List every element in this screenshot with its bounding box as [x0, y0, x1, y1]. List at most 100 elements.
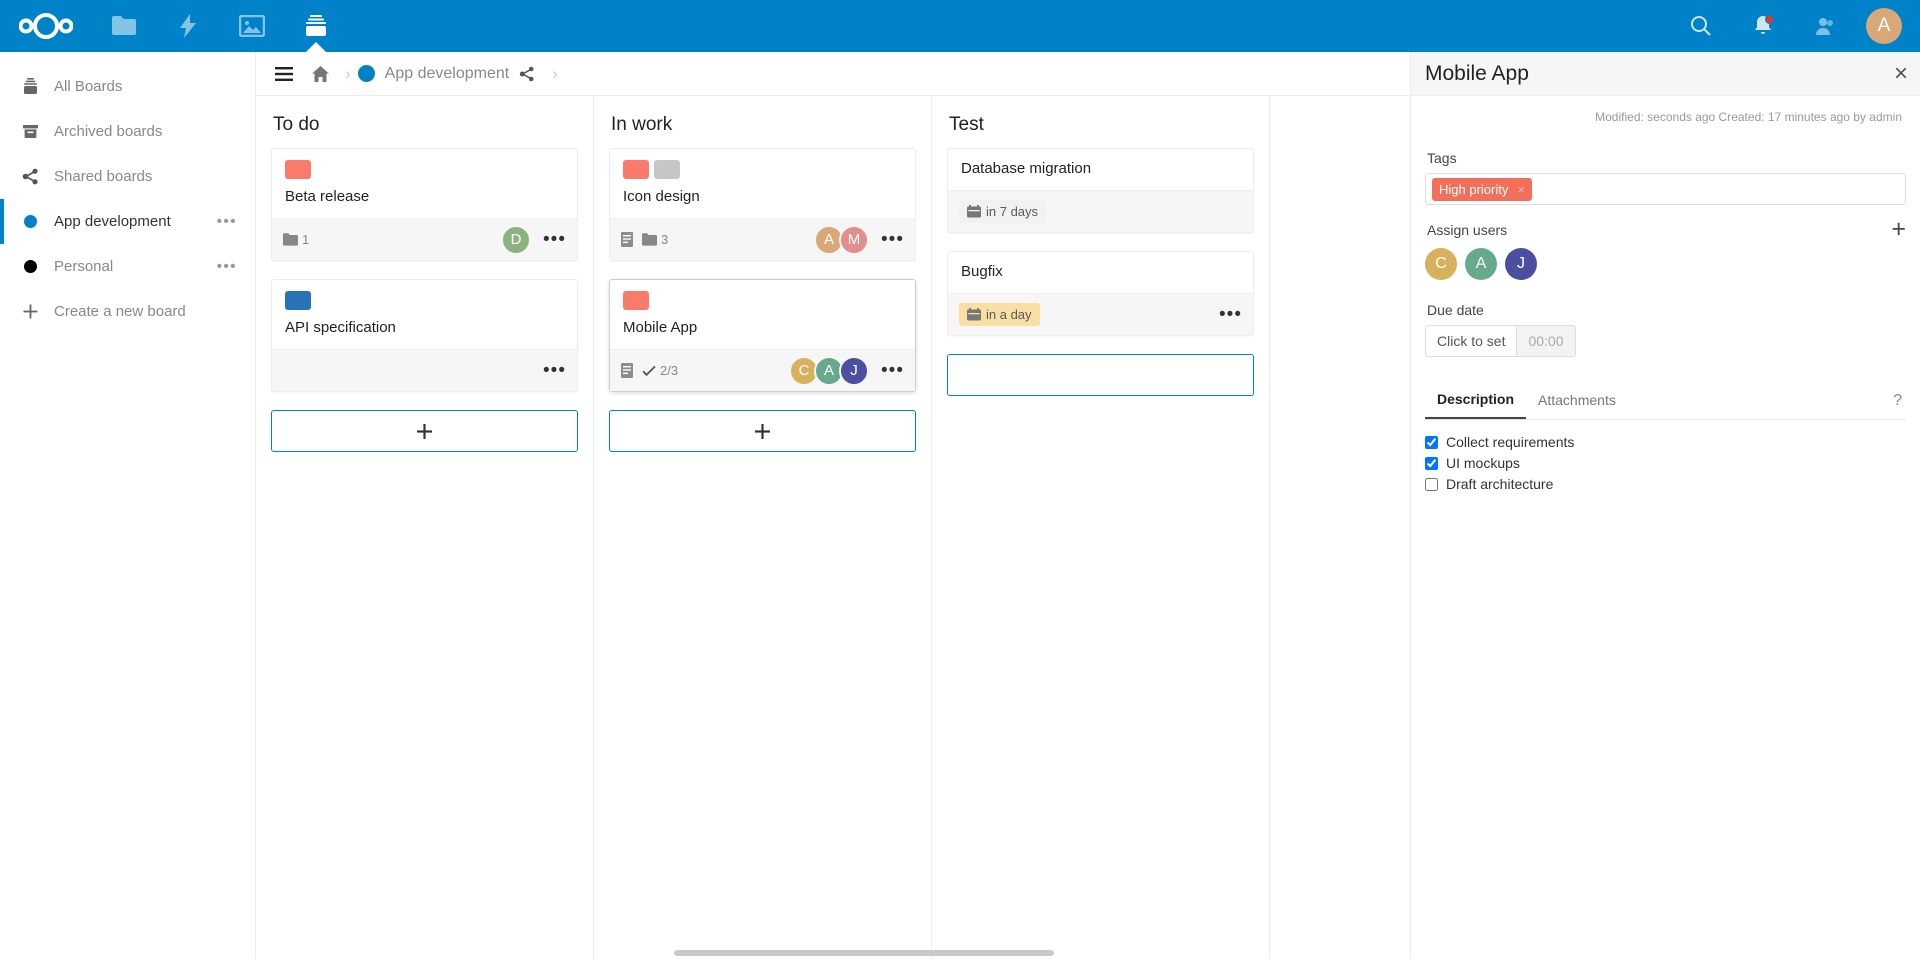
card-menu-button[interactable]: •••	[543, 230, 566, 249]
tab-description[interactable]: Description	[1425, 383, 1526, 419]
stack-test: Test Database migration in 7 days Bugfi	[932, 96, 1270, 959]
top-bar-tools: A	[1670, 0, 1920, 52]
activity-icon[interactable]	[156, 0, 220, 52]
card-footer-right: •••	[531, 361, 566, 380]
home-icon[interactable]	[302, 56, 338, 92]
card-body: Icon design	[610, 149, 915, 218]
card-labels	[285, 291, 564, 310]
checklist-label: UI mockups	[1446, 455, 1520, 471]
assign-users-label: Assign users	[1427, 222, 1507, 238]
files-icon[interactable]	[92, 0, 156, 52]
label-chip	[285, 291, 311, 310]
tags-label: Tags	[1427, 150, 1906, 166]
card-avatar[interactable]: J	[839, 356, 869, 386]
stack-title: Test	[947, 96, 1254, 148]
checklist-item[interactable]: Collect requirements	[1425, 434, 1906, 450]
checklist-checkbox[interactable]	[1425, 436, 1438, 449]
due-date-text: in 7 days	[986, 204, 1038, 219]
due-date-set-button[interactable]: Click to set	[1425, 325, 1516, 357]
hamburger-menu-icon[interactable]	[266, 56, 302, 92]
search-icon[interactable]	[1670, 0, 1732, 52]
sidebar-item-menu[interactable]: •••	[217, 258, 237, 275]
card-footer: in a day •••	[948, 293, 1253, 335]
card-title: Database migration	[961, 160, 1240, 177]
checklist-label: Draft architecture	[1446, 476, 1553, 492]
card-icon-design[interactable]: Icon design 3 A M •••	[609, 148, 916, 261]
tag-label: High priority	[1439, 182, 1508, 197]
card-api-specification[interactable]: API specification •••	[271, 279, 578, 392]
card-footer-right: •••	[1207, 305, 1242, 324]
user-avatar[interactable]: A	[1866, 8, 1902, 44]
photos-icon[interactable]	[220, 0, 284, 52]
sidebar-item-personal[interactable]: Personal •••	[0, 244, 255, 289]
due-time-field[interactable]: 00:00	[1516, 325, 1575, 357]
assignee-avatar[interactable]: J	[1505, 248, 1537, 280]
stack-title: To do	[271, 96, 578, 148]
deck-app-window: A All Boards Archived boards Shared boar…	[0, 0, 1920, 959]
add-card-button-test[interactable]	[947, 354, 1254, 396]
card-avatar[interactable]: D	[501, 225, 531, 255]
share-board-icon[interactable]	[509, 56, 545, 92]
description-checklist: Collect requirements UI mockups Draft ar…	[1425, 434, 1906, 492]
attachment-count: 3	[661, 232, 668, 247]
add-card-button-to-do[interactable]	[271, 410, 578, 452]
add-card-button-in-work[interactable]	[609, 410, 916, 452]
help-icon[interactable]: ?	[1893, 392, 1906, 410]
card-footer: in 7 days	[948, 190, 1253, 232]
boards-icon	[14, 78, 46, 95]
checklist-checkbox[interactable]	[1425, 457, 1438, 470]
card-menu-button[interactable]: •••	[543, 361, 566, 380]
card-footer-right: A M •••	[819, 225, 904, 255]
breadcrumb-separator: ›	[552, 64, 558, 84]
stack-in-work: In work Icon design	[594, 96, 932, 959]
notifications-bell-icon[interactable]	[1732, 0, 1794, 52]
assignee-avatars: C A J	[1425, 248, 1906, 280]
card-menu-button[interactable]: •••	[1219, 305, 1242, 324]
task-count: 2/3	[660, 363, 678, 378]
card-title: Mobile App	[623, 319, 902, 336]
label-chip	[623, 160, 649, 179]
tags-input-box[interactable]: High priority ×	[1425, 173, 1906, 205]
breadcrumb-board-name[interactable]: App development	[385, 65, 510, 83]
card-menu-button[interactable]: •••	[881, 361, 904, 380]
close-icon[interactable]: ×	[1894, 62, 1908, 86]
sidebar-item-create-new-board[interactable]: Create a new board	[0, 289, 255, 334]
deck-icon[interactable]	[284, 0, 348, 52]
card-title: Bugfix	[961, 263, 1240, 280]
sidebar-item-shared-boards[interactable]: Shared boards	[0, 154, 255, 199]
sidebar-item-all-boards[interactable]: All Boards	[0, 64, 255, 109]
tag-remove-icon[interactable]: ×	[1517, 182, 1525, 197]
card-menu-button[interactable]: •••	[881, 230, 904, 249]
assignee-avatar[interactable]: A	[1465, 248, 1497, 280]
due-date-badge: in a day	[959, 303, 1040, 326]
card-mobile-app[interactable]: Mobile App 2/3 C A J	[609, 279, 916, 392]
nextcloud-logo[interactable]	[0, 13, 92, 39]
add-assignee-button[interactable]: +	[1891, 217, 1906, 242]
tab-attachments[interactable]: Attachments	[1526, 384, 1628, 418]
checklist-checkbox[interactable]	[1425, 478, 1438, 491]
contacts-icon[interactable]	[1794, 0, 1856, 52]
sidebar-label: Shared boards	[54, 168, 152, 185]
sidebar-item-menu[interactable]: •••	[217, 213, 237, 230]
label-chip	[654, 160, 680, 179]
due-date-row: Click to set 00:00	[1425, 325, 1906, 357]
tag-chip-high-priority[interactable]: High priority ×	[1432, 178, 1532, 201]
assignee-avatar[interactable]: C	[1425, 248, 1457, 280]
card-footer: 2/3 C A J •••	[610, 349, 915, 391]
horizontal-scrollbar[interactable]	[674, 950, 1054, 956]
card-footer: 1 D •••	[272, 218, 577, 260]
sidebar-label: All Boards	[54, 78, 122, 95]
card-avatar[interactable]: M	[839, 225, 869, 255]
card-detail-title: Mobile App	[1425, 62, 1529, 86]
sidebar-label: Create a new board	[54, 303, 186, 320]
checklist-item[interactable]: Draft architecture	[1425, 476, 1906, 492]
checklist-item[interactable]: UI mockups	[1425, 455, 1906, 471]
card-beta-release[interactable]: Beta release 1 D •••	[271, 148, 578, 261]
description-icon	[621, 232, 633, 247]
sidebar-item-archived-boards[interactable]: Archived boards	[0, 109, 255, 154]
sidebar-item-app-development[interactable]: App development •••	[0, 199, 255, 244]
attachment-folder-icon: 1	[283, 232, 309, 247]
card-bugfix[interactable]: Bugfix in a day •••	[947, 251, 1254, 336]
board-color-dot	[358, 65, 375, 82]
card-database-migration[interactable]: Database migration in 7 days	[947, 148, 1254, 233]
